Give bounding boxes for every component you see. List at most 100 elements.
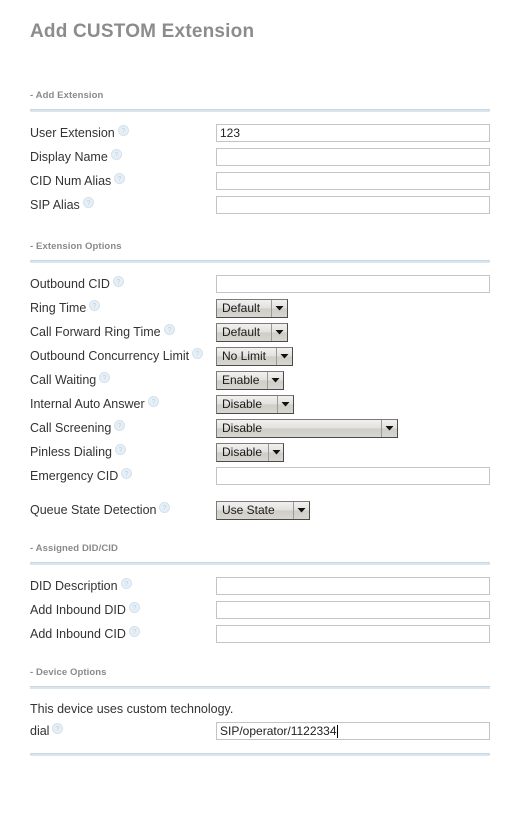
control-add-inbound-cid — [216, 625, 490, 643]
page-title: Add CUSTOM Extension — [30, 21, 255, 42]
label-outbound-concurrency-limit: Outbound Concurrency Limit — [30, 349, 190, 363]
help-icon[interactable]: ? — [52, 722, 64, 734]
svg-text:?: ? — [103, 375, 107, 382]
section-extension-options: - Extension Options Outbound CID ? Ring … — [0, 241, 518, 522]
section-divider — [30, 109, 490, 112]
form-row-emergency-cid: Emergency CID ? — [0, 464, 518, 488]
help-icon[interactable]: ? — [114, 172, 126, 184]
emergency-cid-input[interactable] — [216, 467, 490, 485]
chevron-down-icon[interactable] — [277, 395, 293, 413]
section-header-add-extension: - Add Extension — [30, 90, 104, 101]
help-icon[interactable]: ? — [114, 419, 126, 431]
help-icon[interactable]: ? — [121, 467, 133, 479]
label-outbound-cid: Outbound CID — [30, 277, 110, 291]
dial-input[interactable]: SIP/operator/1122334 — [216, 722, 490, 740]
call-screening-select[interactable]: Disable — [216, 418, 398, 438]
form-row-call-forward-ring-time: Call Forward Ring Time ? Default — [0, 320, 518, 344]
section-divider — [30, 686, 490, 689]
text-cursor — [336, 724, 338, 738]
field-rows-device-options: This device uses custom technology. dial… — [0, 699, 518, 743]
control-call-forward-ring-time: Default — [216, 322, 288, 342]
help-icon[interactable]: ? — [99, 371, 111, 383]
control-display-name — [216, 148, 490, 166]
add-inbound-did-input[interactable] — [216, 601, 490, 619]
control-outbound-concurrency-limit: No Limit — [216, 346, 293, 366]
label-add-inbound-did: Add Inbound DID — [30, 603, 126, 617]
call-waiting-select[interactable]: Enable — [216, 370, 284, 390]
chevron-down-icon[interactable] — [381, 419, 397, 437]
outbound-cid-input[interactable] — [216, 275, 490, 293]
control-pinless-dialing: Disable — [216, 442, 284, 462]
chevron-down-icon[interactable] — [276, 347, 292, 365]
form-row-outbound-cid: Outbound CID ? — [0, 272, 518, 296]
form-row-display-name: Display Name ? — [0, 145, 518, 169]
label-call-waiting: Call Waiting — [30, 373, 97, 387]
help-icon[interactable]: ? — [128, 601, 140, 613]
label-internal-auto-answer: Internal Auto Answer — [30, 397, 145, 411]
help-icon[interactable]: ? — [89, 299, 101, 311]
help-icon[interactable]: ? — [163, 323, 175, 335]
help-icon[interactable]: ? — [117, 124, 129, 136]
control-ring-time: Default — [216, 298, 288, 318]
form-row-user-extension: User Extension ? — [0, 121, 518, 145]
help-icon[interactable]: ? — [128, 625, 140, 637]
outbound-concurrency-limit-select[interactable]: No Limit — [216, 346, 293, 366]
help-icon[interactable]: ? — [120, 577, 132, 589]
svg-text:?: ? — [163, 505, 167, 512]
chevron-down-icon[interactable] — [293, 501, 309, 519]
label-call-screening: Call Screening — [30, 421, 112, 435]
form-row-ring-time: Ring Time ? Default — [0, 296, 518, 320]
label-add-inbound-cid: Add Inbound CID — [30, 627, 126, 641]
form-row-internal-auto-answer: Internal Auto Answer ? Disable — [0, 392, 518, 416]
user-extension-input[interactable] — [216, 124, 490, 142]
pinless-dialing-select[interactable]: Disable — [216, 442, 284, 462]
label-dial: dial — [30, 724, 50, 738]
field-rows-assigned-did-cid: DID Description ? Add Inbound DID ? Add — [0, 574, 518, 646]
display-name-input[interactable] — [216, 148, 490, 166]
help-icon[interactable]: ? — [82, 196, 94, 208]
svg-text:?: ? — [132, 629, 136, 636]
help-icon[interactable]: ? — [114, 443, 126, 455]
section-header-extension-options: - Extension Options — [30, 241, 122, 252]
bottom-divider — [30, 753, 490, 756]
svg-text:?: ? — [125, 471, 129, 478]
help-icon[interactable]: ? — [110, 148, 122, 160]
control-sip-alias — [216, 196, 490, 214]
internal-auto-answer-select[interactable]: Disable — [216, 394, 294, 414]
help-icon[interactable]: ? — [112, 275, 124, 287]
help-icon[interactable]: ? — [159, 501, 171, 513]
label-call-forward-ring-time: Call Forward Ring Time — [30, 325, 161, 339]
chevron-down-icon[interactable] — [271, 323, 287, 341]
form-row-queue-state-detection: Queue State Detection ? Use State — [0, 498, 518, 522]
form-row-call-screening: Call Screening ? Disable — [0, 416, 518, 440]
label-did-description: DID Description — [30, 579, 118, 593]
help-icon[interactable]: ? — [147, 395, 159, 407]
dial-input-value: SIP/operator/1122334 — [220, 724, 337, 738]
control-outbound-cid — [216, 275, 490, 293]
svg-text:?: ? — [151, 399, 155, 406]
svg-text:?: ? — [114, 152, 118, 159]
control-cid-num-alias — [216, 172, 490, 190]
chevron-down-icon[interactable] — [271, 299, 287, 317]
section-header-device-options: - Device Options — [30, 667, 107, 678]
add-inbound-cid-input[interactable] — [216, 625, 490, 643]
label-ring-time: Ring Time — [30, 301, 87, 315]
control-internal-auto-answer: Disable — [216, 394, 294, 414]
queue-state-detection-select[interactable]: Use State — [216, 500, 310, 520]
chevron-down-icon[interactable] — [267, 371, 283, 389]
cid-num-alias-input[interactable] — [216, 172, 490, 190]
sip-alias-input[interactable] — [216, 196, 490, 214]
extension-form-page: Add CUSTOM Extension - Add Extension Use… — [0, 20, 518, 756]
svg-text:?: ? — [119, 447, 123, 454]
form-row-pinless-dialing: Pinless Dialing ? Disable — [0, 440, 518, 464]
chevron-down-icon[interactable] — [268, 443, 284, 461]
call-forward-ring-time-select[interactable]: Default — [216, 322, 288, 342]
svg-text:?: ? — [121, 128, 125, 135]
form-row-add-inbound-cid: Add Inbound CID ? — [0, 622, 518, 646]
help-icon[interactable]: ? — [192, 347, 204, 359]
ring-time-select[interactable]: Default — [216, 298, 288, 318]
did-description-input[interactable] — [216, 577, 490, 595]
field-rows-add-extension: User Extension ? Display Name ? CID Num — [0, 121, 518, 217]
queue-state-detection-select-value: Use State — [222, 502, 275, 517]
svg-text:?: ? — [56, 726, 60, 733]
